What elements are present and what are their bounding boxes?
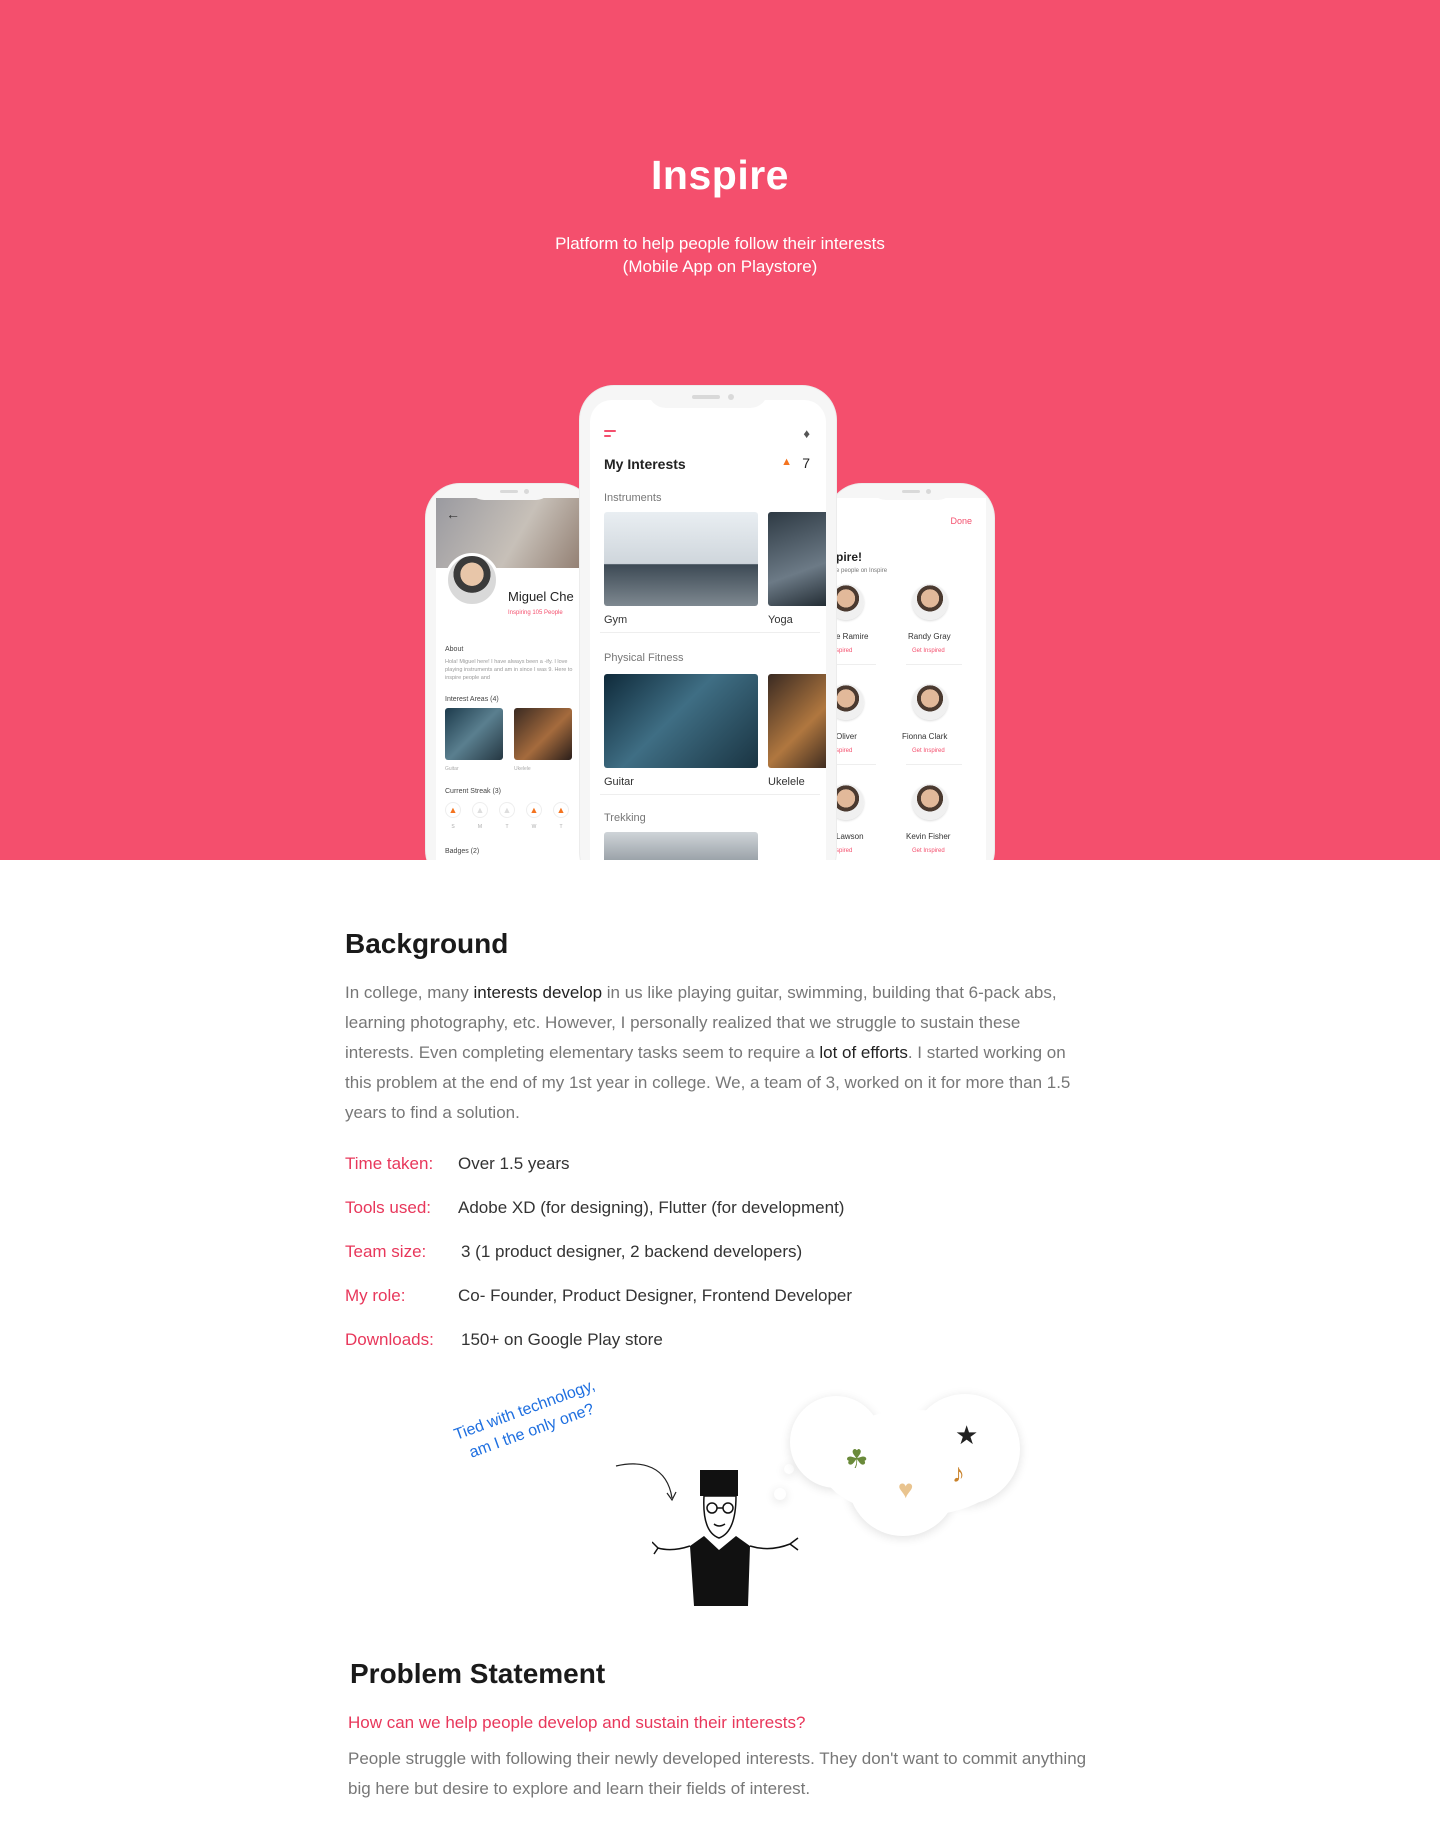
person-name: Oliver	[836, 732, 857, 741]
avatar	[912, 584, 948, 620]
interest-caption: Guitar	[604, 776, 634, 788]
muscle-icon: ♥	[898, 1474, 914, 1504]
get-inspired-button[interactable]: spired	[836, 648, 852, 654]
hero-subtitle-line1: Platform to help people follow their int…	[555, 234, 885, 253]
phone-notch	[870, 484, 954, 500]
phone-notch	[468, 484, 552, 500]
interest-card-ukelele[interactable]	[768, 674, 826, 768]
interest-caption: Yoga	[768, 614, 793, 626]
avatar	[836, 584, 864, 620]
phone-notch	[648, 386, 768, 408]
thought-bubble-dot	[774, 1488, 786, 1500]
get-inspired-button[interactable]: Get Inspired	[912, 848, 945, 854]
meta-value-team: 3 (1 product designer, 2 backend develop…	[461, 1242, 803, 1261]
badges-label: Badges (2)	[445, 848, 480, 855]
plant-icon: ☘	[845, 1444, 869, 1474]
avatar	[836, 684, 864, 720]
inspire-screen: Done pire! e people on Inspire e Ramire …	[836, 498, 986, 860]
profile-subtitle: Inspiring 105 People	[508, 610, 563, 616]
streak-label: Current Streak (3)	[445, 788, 502, 795]
get-inspired-button[interactable]: Get Inspired	[912, 648, 945, 654]
person-name: Randy Gray	[908, 632, 951, 641]
hero-title: Inspire	[651, 152, 789, 198]
hero-subtitle: Platform to help people follow their int…	[0, 232, 1440, 278]
interest-areas-label: Interest Areas (4)	[445, 696, 499, 703]
person-name: Fionna Clark	[902, 732, 948, 741]
streak-count: 7	[802, 455, 810, 471]
interest-card-gym[interactable]	[604, 512, 758, 606]
camera-icon: ★	[955, 1420, 979, 1450]
person-name: Kevin Fisher	[906, 832, 951, 841]
meta-value-tools: Adobe XD (for designing), Flutter (for d…	[458, 1198, 845, 1217]
avatar	[912, 784, 948, 820]
illustration-note: Tied with technology, am I the only one?	[451, 1376, 598, 1462]
background-heading: Background	[345, 928, 509, 959]
day-label: W	[531, 824, 537, 830]
interest-caption: Ukelele	[514, 766, 531, 772]
avatar	[445, 553, 499, 607]
day-label: M	[477, 824, 483, 830]
problem-question: How can we help people develop and susta…	[348, 1713, 806, 1732]
bell-icon[interactable]: ♦	[803, 426, 810, 441]
hero-banner: Inspire Platform to help people follow t…	[0, 0, 1440, 860]
problem-heading: Problem Statement	[350, 1658, 606, 1689]
highlight-text: interests develop	[473, 983, 603, 1002]
hero-subtitle-line2: (Mobile App on Playstore)	[622, 257, 818, 276]
person-name: Lawson	[836, 832, 864, 841]
get-inspired-button[interactable]: spired	[836, 848, 852, 854]
inspire-subtitle: e people on Inspire	[836, 568, 888, 574]
fire-icon: ▲	[472, 802, 488, 818]
interest-caption: Gym	[604, 614, 628, 626]
meta-label-role: My role:	[345, 1286, 406, 1305]
inspire-title: pire!	[836, 550, 863, 564]
meta-value-time: Over 1.5 years	[458, 1154, 570, 1173]
about-text: Hola! Miguel here! I have always been a …	[445, 659, 573, 681]
section-label-instruments: Instruments	[604, 492, 662, 504]
background-paragraph: In college, many interests develop in us…	[345, 983, 1071, 1122]
meta-value-downloads: 150+ on Google Play store	[461, 1330, 663, 1349]
fire-icon: ▲	[526, 802, 542, 818]
interest-caption: Ukelele	[768, 776, 805, 788]
meta-label-tools: Tools used:	[345, 1198, 431, 1217]
fire-icon: ▲	[445, 802, 461, 818]
meta-label-downloads: Downloads:	[345, 1330, 434, 1349]
problem-text: People struggle with following their new…	[348, 1749, 1087, 1798]
interest-card-trekking[interactable]	[604, 832, 758, 860]
avatar	[836, 784, 864, 820]
day-label: S	[451, 824, 455, 830]
interest-image-guitar[interactable]	[445, 708, 503, 760]
phone-inspire-mockup: Done pire! e people on Inspire e Ramire …	[828, 484, 994, 860]
section-label-trekking: Trekking	[604, 812, 646, 824]
day-label: T	[559, 824, 563, 830]
get-inspired-button[interactable]: spired	[836, 748, 852, 754]
about-label: About	[445, 646, 464, 653]
menu-icon[interactable]	[604, 430, 616, 440]
interests-screen: ♦ My Interests ▲ 7 Instruments Gym Yoga …	[590, 400, 826, 860]
interest-card-yoga[interactable]	[768, 512, 826, 606]
meta-value-role: Co- Founder, Product Designer, Frontend …	[458, 1286, 853, 1305]
fire-icon: ▲	[781, 456, 792, 468]
phone-profile-mockup: ← Miguel Che Inspiring 105 People About …	[426, 484, 594, 860]
meta-label-team: Team size:	[345, 1242, 427, 1261]
done-button[interactable]: Done	[950, 516, 972, 526]
avatar	[912, 684, 948, 720]
profile-screen: ← Miguel Che Inspiring 105 People About …	[436, 498, 586, 860]
day-label: T	[505, 824, 509, 830]
get-inspired-button[interactable]: Get Inspired	[912, 748, 945, 754]
section-label-physical-fitness: Physical Fitness	[604, 652, 684, 664]
thought-bubble-dot	[784, 1464, 794, 1474]
profile-name: Miguel Che	[508, 589, 574, 604]
phone-interests-mockup: ♦ My Interests ▲ 7 Instruments Gym Yoga …	[580, 386, 836, 860]
meta-label-time: Time taken:	[345, 1154, 434, 1173]
fire-icon: ▲	[553, 802, 569, 818]
interest-card-guitar[interactable]	[604, 674, 758, 768]
screen-title: My Interests	[604, 456, 686, 472]
guitar-icon: ♪	[952, 1458, 965, 1488]
person-name: e Ramire	[836, 632, 869, 641]
interest-caption: Guitar	[445, 766, 459, 772]
arrow-left-icon[interactable]: ←	[446, 506, 460, 522]
interest-image-ukelele[interactable]	[514, 708, 572, 760]
fire-icon: ▲	[499, 802, 515, 818]
highlight-text: lot of efforts	[819, 1043, 908, 1062]
